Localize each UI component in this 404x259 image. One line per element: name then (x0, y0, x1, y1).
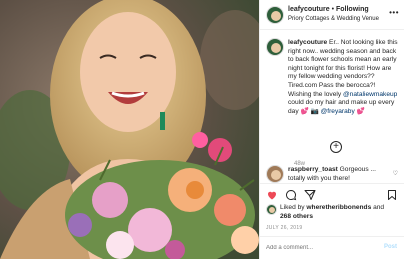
more-horizontal-icon[interactable]: ••• (389, 8, 399, 17)
share-icon[interactable] (304, 189, 316, 201)
likes-text: Liked by wheretheribbonends and 268 othe… (280, 204, 384, 221)
caption-body-end: 💕 (354, 107, 365, 115)
caption-text: leafycouture Er.. Not looking like this … (288, 39, 400, 116)
caption-avatar[interactable] (266, 38, 284, 56)
action-bar (260, 183, 404, 203)
author-username[interactable]: leafycouture (288, 6, 330, 13)
bookmark-icon[interactable] (386, 189, 398, 201)
mention-link[interactable]: @freyaraby (321, 108, 355, 115)
load-more-comments-icon[interactable]: + (330, 141, 342, 153)
commenter-username[interactable]: raspberry_toast (288, 166, 338, 173)
post-location[interactable]: Priory Cottages & Wedding Venue (288, 16, 379, 22)
likes-count[interactable]: 268 others (280, 213, 313, 220)
mention-link[interactable]: @nataliewmakeup (343, 91, 397, 98)
author-line: leafycouture • Following (288, 6, 369, 13)
post-comment-button[interactable]: Post (384, 244, 397, 250)
post-detail-panel: leafycouture • Following Priory Cottages… (259, 0, 404, 259)
post-photo-illustration (0, 0, 259, 259)
post-header: leafycouture • Following Priory Cottages… (260, 0, 404, 30)
heart-filled-icon[interactable] (266, 189, 278, 201)
likes-middle: and (371, 204, 385, 211)
add-comment-input[interactable] (266, 243, 366, 253)
commenter-avatar[interactable] (266, 165, 284, 183)
liker-username[interactable]: wheretheribbonends (306, 204, 371, 211)
post-photo[interactable] (0, 0, 259, 259)
likes-prefix: Liked by (280, 204, 307, 211)
post-date: JULY 26, 2019 (266, 225, 303, 231)
author-avatar[interactable] (266, 6, 284, 24)
comment-icon[interactable] (285, 189, 297, 201)
heart-outline-icon[interactable]: ♡ (393, 170, 398, 177)
caption-body-intro: Er.. Not looking like this right now.. w… (288, 39, 398, 98)
caption-username[interactable]: leafycouture (288, 39, 327, 46)
liker-avatar[interactable] (266, 204, 277, 215)
add-comment-bar: Post (260, 236, 404, 259)
follow-status[interactable]: Following (336, 6, 369, 13)
separator-dot: • (331, 6, 335, 13)
comment-text: raspberry_toast Gorgeous ... totally wit… (288, 166, 388, 183)
